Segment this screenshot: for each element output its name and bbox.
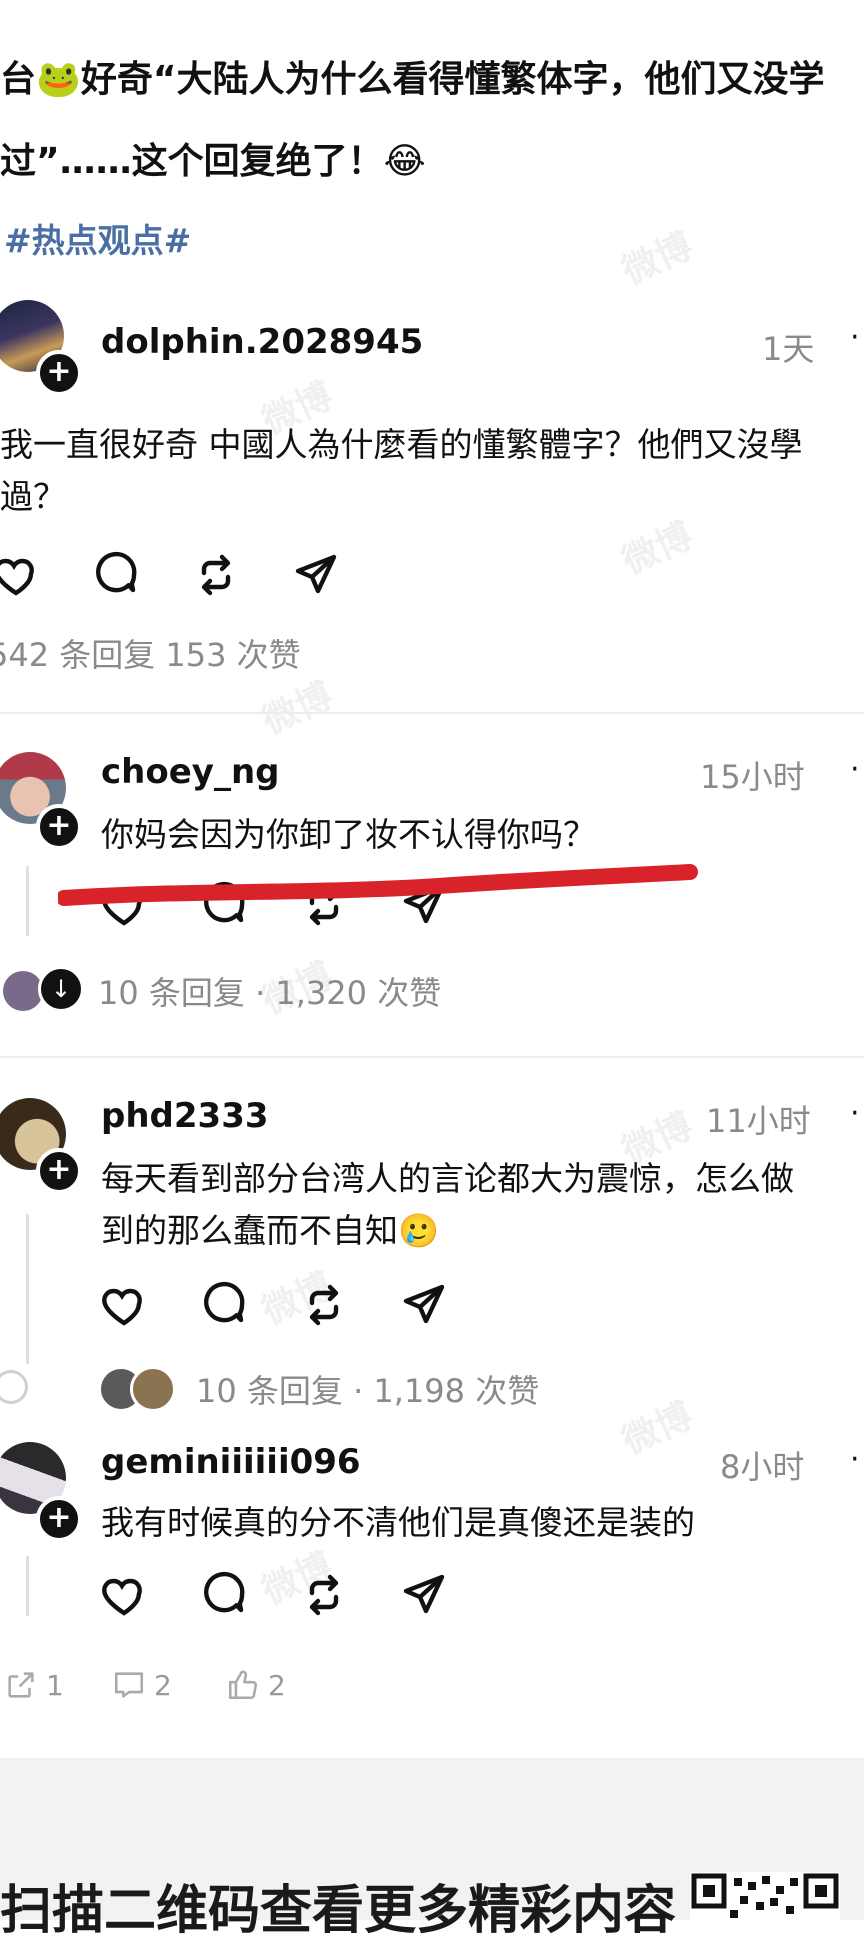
comment-actions [100, 1280, 448, 1330]
comment-icon[interactable] [92, 551, 140, 599]
follow-plus-icon[interactable]: + [36, 350, 82, 396]
repost-icon[interactable] [192, 551, 240, 599]
watermark: 微博 [616, 1395, 699, 1463]
comment-stats[interactable]: 10 条回复 · 1,198 次赞 [196, 1366, 539, 1412]
reply-avatar [130, 1366, 176, 1412]
share-count: 1 [46, 1668, 64, 1702]
watermark: 微博 [616, 515, 699, 583]
share-icon[interactable] [292, 551, 340, 599]
follow-plus-icon[interactable]: + [36, 1496, 82, 1542]
thread-curve [0, 1370, 28, 1404]
follow-plus-icon[interactable]: + [36, 804, 82, 850]
comment-stats[interactable]: 10 条回复 · 1,320 次赞 [98, 968, 441, 1014]
heart-icon[interactable] [100, 1281, 148, 1329]
comment-text-line-2: 到的那么蠢而不自知🥲 [101, 1211, 440, 1250]
comment-box-icon [114, 1672, 144, 1698]
comment-username[interactable]: dolphin.2028945 [101, 322, 423, 362]
more-icon[interactable]: · [850, 320, 860, 355]
comment-text-line-1: 我一直很好奇 中國人為什麼看的懂繁體字？他們又沒學 [0, 425, 803, 464]
watermark: 微博 [616, 225, 699, 293]
comment-username[interactable]: geminiiiiii096 [101, 1442, 361, 1482]
comment-icon[interactable] [200, 1571, 248, 1619]
hashtag-link[interactable]: #热点观点# [4, 214, 191, 262]
divider [0, 712, 864, 714]
comment-icon[interactable] [200, 1281, 248, 1329]
comment-time: 15小时 [700, 758, 805, 796]
comment-username[interactable]: phd2333 [101, 1096, 269, 1136]
watermark: 微博 [256, 675, 339, 743]
share-icon[interactable] [400, 1571, 448, 1619]
comment-actions [100, 1570, 448, 1620]
thread-line [26, 1214, 29, 1364]
comment-actions [0, 550, 340, 600]
repost-icon[interactable] [300, 1571, 348, 1619]
qr-code-icon[interactable] [690, 1872, 840, 1920]
follow-plus-icon[interactable]: + [36, 1148, 82, 1194]
comment-text-line-1: 我有时候真的分不清他们是真傻还是装的 [101, 1503, 695, 1542]
comment-text-line-2: 過？ [0, 477, 66, 516]
share-box-icon [8, 1672, 34, 1698]
comment-time: 1天 [762, 330, 815, 368]
comment-time: 11小时 [706, 1102, 811, 1140]
more-icon[interactable]: · [850, 1096, 860, 1131]
thumbs-up-icon [228, 1670, 258, 1700]
like-button[interactable]: 2 [226, 1668, 286, 1702]
comment-button[interactable]: 2 [112, 1668, 172, 1702]
red-underline-annotation [58, 864, 698, 906]
thread-line [26, 1556, 29, 1616]
more-icon[interactable]: · [850, 752, 860, 787]
comment-text-line-1: 你妈会因为你卸了妆不认得你吗？ [101, 815, 596, 854]
heart-icon[interactable] [100, 1571, 148, 1619]
share-icon[interactable] [400, 1281, 448, 1329]
comment-time: 8小时 [720, 1448, 805, 1486]
comment-count: 2 [154, 1668, 172, 1702]
heart-icon[interactable] [0, 551, 40, 599]
repost-icon[interactable] [300, 1281, 348, 1329]
down-arrow-icon[interactable]: ↓ [38, 966, 84, 1012]
thread-line [26, 866, 29, 936]
comment-username[interactable]: choey_ng [101, 752, 279, 792]
comment-stats[interactable]: 542 条回复 153 次赞 [0, 630, 301, 676]
share-button[interactable]: 1 [4, 1668, 64, 1702]
divider [0, 1056, 864, 1058]
fade-overlay [0, 1616, 864, 1656]
qr-banner-text: 扫描二维码查看更多精彩内容 [0, 1881, 677, 1941]
post-title-line-1: 台🐸好奇“大陆人为什么看得懂繁体字，他们又没学 [0, 59, 825, 100]
post-title-line-2: 过”……这个回复绝了！😂 [0, 141, 426, 182]
like-count: 2 [268, 1668, 286, 1702]
more-icon[interactable]: · [850, 1442, 860, 1477]
comment-text-line-1: 每天看到部分台湾人的言论都大为震惊，怎么做 [101, 1159, 794, 1198]
